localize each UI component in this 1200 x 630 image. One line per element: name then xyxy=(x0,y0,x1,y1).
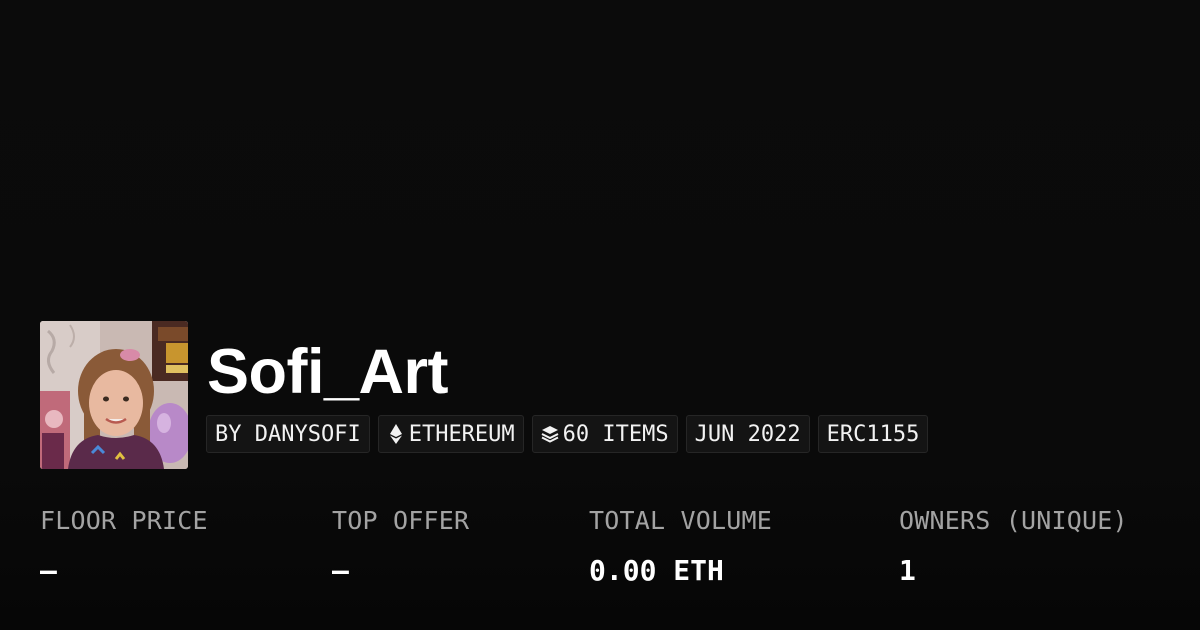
stat-top-offer: TOP OFFER – xyxy=(332,505,469,587)
chain-label: ETHEREUM xyxy=(408,421,515,447)
stat-value: – xyxy=(40,554,57,587)
token-standard-chip: ERC1155 xyxy=(817,415,929,453)
stat-owners: OWNERS (UNIQUE) 1 xyxy=(899,505,1128,587)
items-count-chip[interactable]: 60 ITEMS xyxy=(531,415,678,453)
token-standard-label: ERC1155 xyxy=(826,421,920,447)
layers-icon xyxy=(541,424,559,444)
collection-avatar xyxy=(40,321,188,469)
ethereum-icon xyxy=(387,424,405,444)
created-date-label: JUN 2022 xyxy=(694,421,801,447)
created-date-chip: JUN 2022 xyxy=(685,415,810,453)
collection-title: Sofi_Art xyxy=(207,337,449,407)
stat-value: – xyxy=(332,554,349,587)
collection-card: Sofi_Art BY DANYSOFI ETHEREUM 60 ITEMS J… xyxy=(0,0,1200,630)
stat-floor-price: FLOOR PRICE – xyxy=(40,505,208,587)
stat-label: FLOOR PRICE xyxy=(40,506,208,535)
stat-label: OWNERS (UNIQUE) xyxy=(899,506,1128,535)
chain-chip[interactable]: ETHEREUM xyxy=(377,415,524,453)
stat-label: TOTAL VOLUME xyxy=(589,506,773,535)
creator-label: BY DANYSOFI xyxy=(215,421,361,447)
stat-value: 1 xyxy=(899,554,916,587)
stat-label: TOP OFFER xyxy=(332,506,470,535)
stat-total-volume: TOTAL VOLUME 0.00 ETH xyxy=(589,505,772,587)
items-count-label: 60 ITEMS xyxy=(562,421,669,447)
stat-value: 0.00 ETH xyxy=(589,554,724,587)
creator-chip[interactable]: BY DANYSOFI xyxy=(206,415,370,453)
collection-meta-chips: BY DANYSOFI ETHEREUM 60 ITEMS JUN 2022 E… xyxy=(206,415,929,453)
avatar-image xyxy=(40,321,188,469)
